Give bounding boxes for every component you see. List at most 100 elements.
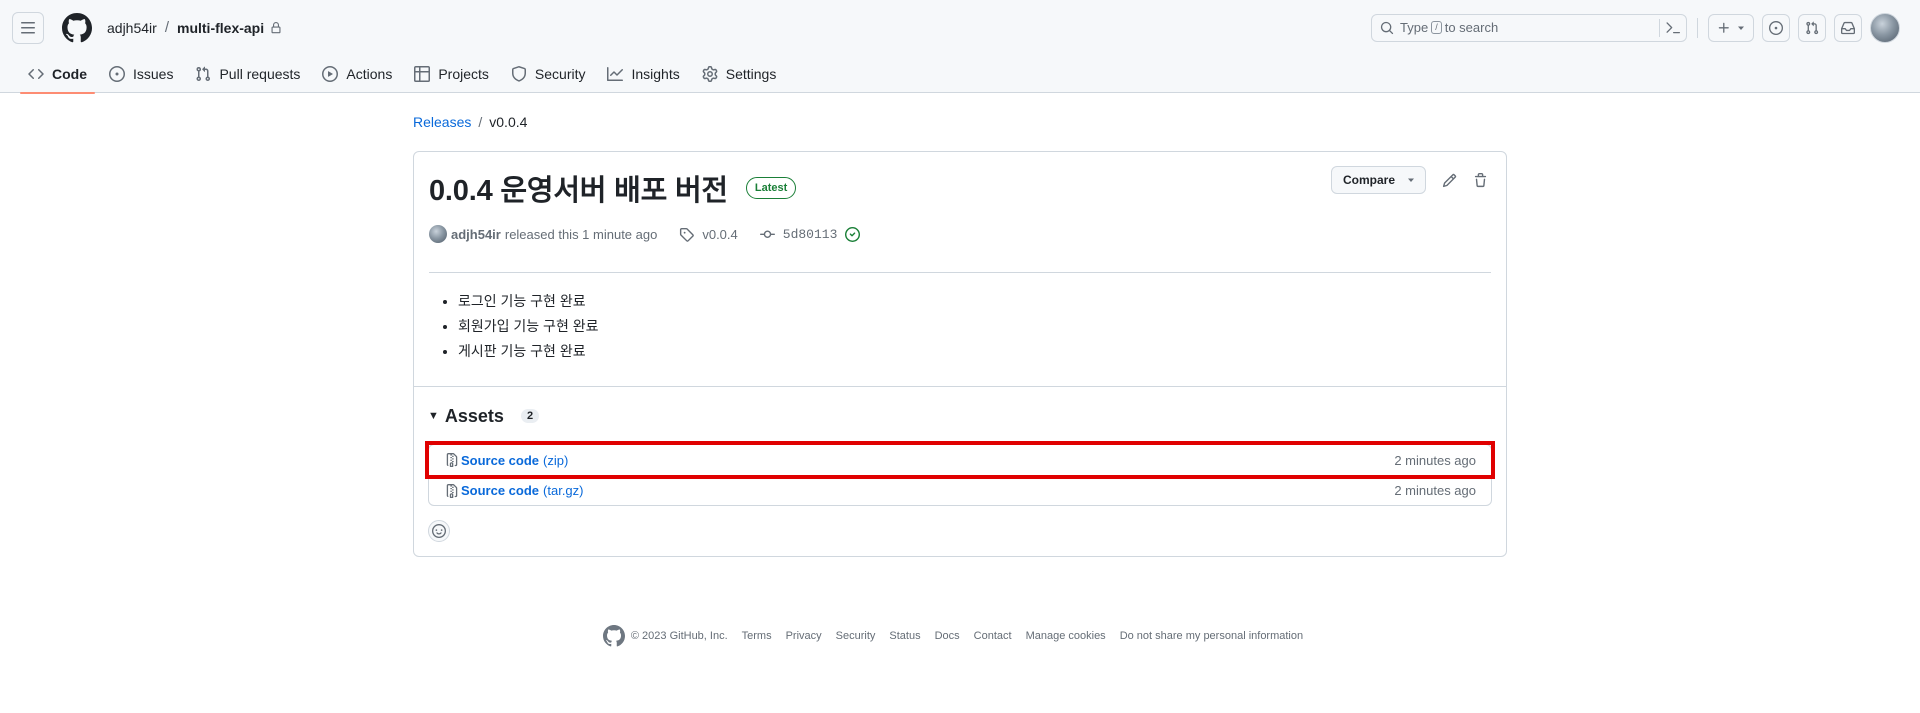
tag-link[interactable]: v0.0.4 (679, 226, 738, 242)
release-note-item: 게시판 기능 구현 완료 (458, 339, 1491, 364)
tab-security-label: Security (534, 66, 586, 82)
plus-icon (1718, 22, 1729, 33)
code-icon (28, 68, 44, 80)
create-new-button[interactable] (1708, 13, 1754, 42)
smiley-icon (432, 524, 446, 538)
releases-link[interactable]: Releases (413, 114, 471, 130)
asset-row-zip[interactable]: Source code (zip) 2 minutes ago (425, 441, 1495, 479)
breadcrumb-current: v0.0.4 (489, 114, 528, 130)
triangle-down-icon (1738, 26, 1744, 30)
terminal-icon (1666, 21, 1680, 33)
gear-icon (702, 66, 718, 82)
github-mark-icon (62, 12, 92, 42)
header-divider (1697, 17, 1698, 38)
asset-time: 2 minutes ago (1394, 483, 1476, 498)
tag-label: v0.0.4 (702, 226, 738, 242)
tab-actions[interactable]: Actions (314, 55, 400, 93)
main-content: Releases / v0.0.4 0.0.4 운영서버 배포 버전 Lates… (413, 112, 1507, 647)
add-reaction-button[interactable] (428, 520, 450, 542)
assets-count: 2 (520, 409, 540, 423)
git-commit-icon (759, 230, 775, 238)
tab-code-label: Code (52, 66, 87, 82)
repo-owner-link[interactable]: adjh54ir (107, 20, 157, 36)
breadcrumb-separator: / (164, 19, 169, 36)
asset-link-zip[interactable]: Source code (461, 453, 539, 468)
release-notes: 로그인 기능 구현 완료 회원가입 기능 구현 완료 게시판 기능 구현 완료 (429, 273, 1491, 386)
shield-icon (511, 66, 526, 82)
footer-link-privacy[interactable]: Privacy (786, 630, 822, 642)
compare-button[interactable]: Compare (1330, 166, 1426, 194)
repo-name-link[interactable]: multi-flex-api (177, 20, 264, 36)
user-avatar-menu[interactable] (1870, 12, 1900, 43)
author-avatar[interactable] (429, 225, 447, 243)
app-header: adjh54ir / multi-flex-api Type / to sear… (0, 0, 1920, 94)
assets-title: Assets (444, 405, 504, 426)
pull-requests-button[interactable] (1798, 13, 1826, 42)
tab-settings-label: Settings (725, 66, 777, 82)
issues-button[interactable] (1762, 13, 1790, 42)
asset-list: Source code (zip) 2 minutes ago Source c… (425, 441, 1495, 506)
tag-icon (680, 227, 695, 242)
tab-pull-requests[interactable]: Pull requests (187, 55, 308, 93)
footer-link-security[interactable]: Security (836, 630, 876, 642)
tab-code[interactable]: Code (20, 55, 95, 94)
github-logo-link[interactable] (61, 12, 93, 44)
commit-link[interactable]: 5d80113 (759, 226, 861, 242)
footer-link-do-not-share[interactable]: Do not share my personal information (1120, 630, 1303, 642)
asset-ext-zip: (zip) (543, 452, 569, 468)
release-title: 0.0.4 운영서버 배포 버전 (429, 175, 728, 207)
lock-icon (270, 21, 282, 34)
asset-link-targz[interactable]: Source code (461, 483, 539, 498)
tab-issues-label: Issues (133, 66, 174, 82)
footer-copyright: © 2023 GitHub, Inc. (630, 630, 728, 642)
graph-icon (607, 67, 624, 81)
page-footer: © 2023 GitHub, Inc. Terms Privacy Securi… (413, 625, 1507, 647)
compare-label: Compare (1342, 173, 1395, 187)
search-input[interactable]: Type / to search (1371, 13, 1687, 42)
commit-sha: 5d80113 (782, 226, 838, 242)
header-top-row: adjh54ir / multi-flex-api Type / to sear… (0, 0, 1920, 55)
tab-issues[interactable]: Issues (101, 55, 181, 93)
git-pull-request-icon (1806, 21, 1819, 34)
tab-security[interactable]: Security (503, 55, 594, 93)
footer-link-status[interactable]: Status (889, 630, 920, 642)
search-icon (1380, 21, 1394, 34)
tab-actions-label: Actions (346, 66, 393, 82)
tab-insights-label: Insights (631, 66, 680, 82)
command-palette-button[interactable] (1659, 18, 1680, 37)
table-icon (414, 66, 431, 82)
tab-projects-label: Projects (438, 66, 489, 82)
play-icon (322, 66, 339, 82)
release-header: 0.0.4 운영서버 배포 버전 Latest Compare adjh54ir (414, 152, 1506, 386)
asset-row-targz[interactable]: Source code (tar.gz) 2 minutes ago (429, 475, 1491, 505)
edit-release-button[interactable] (1442, 173, 1457, 188)
latest-badge: Latest (745, 177, 797, 199)
triangle-down-icon (1408, 178, 1414, 182)
reactions-row (428, 520, 1492, 542)
menu-button[interactable] (12, 11, 44, 44)
tab-projects[interactable]: Projects (406, 55, 497, 93)
release-note-item: 회원가입 기능 구현 완료 (458, 314, 1491, 339)
check-circle-icon (845, 226, 861, 242)
delete-release-button[interactable] (1473, 172, 1488, 188)
tab-pull-requests-label: Pull requests (219, 66, 301, 82)
author-link[interactable]: adjh54ir (451, 227, 501, 242)
repo-nav-tabs: Code Issues Pull requests Actions Projec… (0, 55, 1920, 94)
breadcrumb-separator: / (478, 114, 483, 130)
asset-time: 2 minutes ago (1394, 452, 1476, 468)
tab-insights[interactable]: Insights (599, 55, 687, 93)
footer-link-manage-cookies[interactable]: Manage cookies (1026, 630, 1106, 642)
assets-toggle[interactable]: ▼ Assets 2 (428, 405, 1492, 427)
assets-section: ▼ Assets 2 Source code (zip) 2 minutes a… (414, 386, 1506, 556)
footer-link-contact[interactable]: Contact (974, 630, 1012, 642)
footer-link-docs[interactable]: Docs (935, 630, 960, 642)
tab-settings[interactable]: Settings (694, 55, 785, 93)
footer-link-terms[interactable]: Terms (742, 630, 772, 642)
release-actions: Compare (1330, 166, 1488, 194)
github-mark-icon[interactable] (602, 625, 625, 647)
inbox-button[interactable] (1834, 13, 1862, 42)
search-suffix: to search (1444, 20, 1499, 35)
trash-icon (1474, 172, 1487, 187)
release-card: 0.0.4 운영서버 배포 버전 Latest Compare adjh54ir (413, 151, 1507, 557)
release-note-item: 로그인 기능 구현 완료 (458, 289, 1491, 314)
